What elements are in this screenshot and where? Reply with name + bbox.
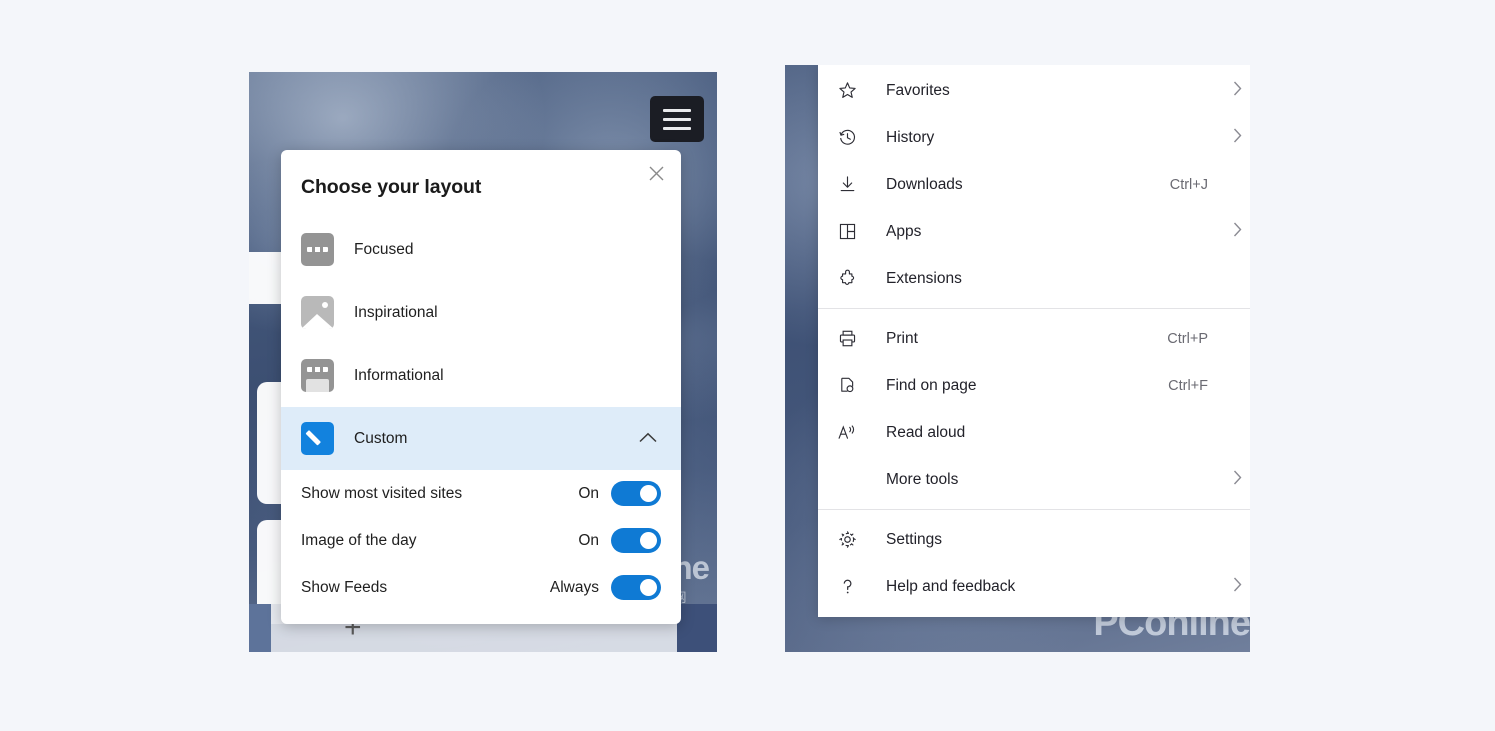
menu-item-favorites[interactable]: Favorites (818, 67, 1250, 114)
chevron-right-icon (1233, 577, 1242, 597)
setting-label: Image of the day (301, 531, 417, 549)
menu-item-settings[interactable]: Settings (818, 516, 1250, 563)
menu-item-extensions[interactable]: Extensions (818, 255, 1250, 302)
apps-grid-icon (836, 222, 858, 241)
menu-item-shortcut: Ctrl+F (1168, 377, 1208, 394)
hamburger-icon (663, 117, 691, 121)
strip-block (249, 604, 271, 652)
focused-layout-icon (301, 233, 334, 266)
layout-option-label: Custom (354, 429, 408, 447)
page-title: Choose your layout (301, 176, 482, 198)
hamburger-icon (663, 126, 691, 130)
strip-block (677, 604, 717, 652)
chevron-right-icon (1233, 128, 1242, 148)
setting-label: Show Feeds (301, 578, 388, 596)
menu-item-label: Help and feedback (886, 577, 1016, 595)
menu-item-history[interactable]: History (818, 114, 1250, 161)
choose-layout-dialog: Choose your layout Focused Inspirational… (281, 150, 681, 624)
menu-item-downloads[interactable]: Downloads Ctrl+J (818, 161, 1250, 208)
question-icon (836, 577, 858, 596)
menu-item-read-aloud[interactable]: Read aloud (818, 409, 1250, 456)
browser-main-menu: Favorites History Downloads Ctrl+J Apps … (818, 65, 1250, 617)
chevron-right-icon (1233, 222, 1242, 242)
read-aloud-icon (836, 423, 858, 442)
layout-option-focused[interactable]: Focused (281, 218, 681, 281)
toggle-show-most-visited-sites[interactable] (611, 481, 661, 506)
menu-item-label: History (886, 128, 935, 146)
menu-item-label: Downloads (886, 175, 963, 193)
menu-item-shortcut: Ctrl+J (1169, 176, 1208, 193)
printer-icon (836, 329, 858, 348)
informational-layout-icon (301, 359, 334, 392)
inspirational-layout-icon (301, 296, 334, 329)
star-icon (836, 81, 858, 100)
find-page-icon (836, 376, 858, 395)
history-icon (836, 128, 858, 147)
menu-item-label: Extensions (886, 269, 962, 287)
menu-item-label: Apps (886, 222, 922, 240)
browser-menu-screenshot: PConline Favorites History Downloads Ctr… (785, 65, 1250, 652)
layout-option-custom[interactable]: Custom (281, 407, 681, 470)
gear-icon (836, 530, 858, 549)
menu-item-label: Read aloud (886, 423, 966, 441)
chevron-right-icon (1233, 470, 1242, 490)
setting-state: On (578, 484, 599, 502)
layout-option-label: Informational (354, 366, 444, 384)
menu-item-help-and-feedback[interactable]: Help and feedback (818, 563, 1250, 610)
download-icon (836, 175, 858, 194)
layout-option-label: Inspirational (354, 303, 438, 321)
layout-option-informational[interactable]: Informational (281, 344, 681, 407)
menu-item-label: Settings (886, 530, 943, 548)
chevron-up-icon[interactable] (639, 430, 657, 448)
menu-item-more-tools[interactable]: More tools (818, 456, 1250, 503)
layout-option-inspirational[interactable]: Inspirational (281, 281, 681, 344)
hamburger-icon (663, 108, 691, 112)
setting-label: Show most visited sites (301, 484, 463, 502)
page-settings-button[interactable] (650, 96, 704, 142)
menu-separator (818, 509, 1250, 510)
menu-item-label: Find on page (886, 376, 977, 394)
setting-row-show-most-visited-sites: Show most visited sites On (281, 470, 681, 517)
layout-option-label: Focused (354, 240, 414, 258)
custom-layout-icon (301, 422, 334, 455)
menu-item-label: Print (886, 329, 918, 347)
toggle-show-feeds[interactable] (611, 575, 661, 600)
toggle-knob (640, 485, 657, 502)
setting-state: Always (549, 578, 599, 596)
menu-item-print[interactable]: Print Ctrl+P (818, 315, 1250, 362)
menu-item-apps[interactable]: Apps (818, 208, 1250, 255)
chevron-right-icon (1233, 81, 1242, 101)
layout-options-list: Focused Inspirational Informational Cust… (281, 218, 681, 611)
new-tab-page-screenshot: + PConline 太平洋电脑网 Choose your layout Foc… (249, 72, 717, 652)
close-icon[interactable] (641, 158, 671, 188)
toggle-knob (640, 532, 657, 549)
puzzle-icon (836, 269, 858, 288)
toggle-image-of-the-day[interactable] (611, 528, 661, 553)
menu-item-label: Favorites (886, 81, 950, 99)
setting-row-show-feeds: Show Feeds Always (281, 564, 681, 611)
setting-state: On (578, 531, 599, 549)
menu-item-find-on-page[interactable]: Find on page Ctrl+F (818, 362, 1250, 409)
menu-item-shortcut: Ctrl+P (1167, 330, 1208, 347)
toggle-knob (640, 579, 657, 596)
menu-item-label: More tools (886, 470, 959, 488)
menu-separator (818, 308, 1250, 309)
setting-row-image-of-the-day: Image of the day On (281, 517, 681, 564)
